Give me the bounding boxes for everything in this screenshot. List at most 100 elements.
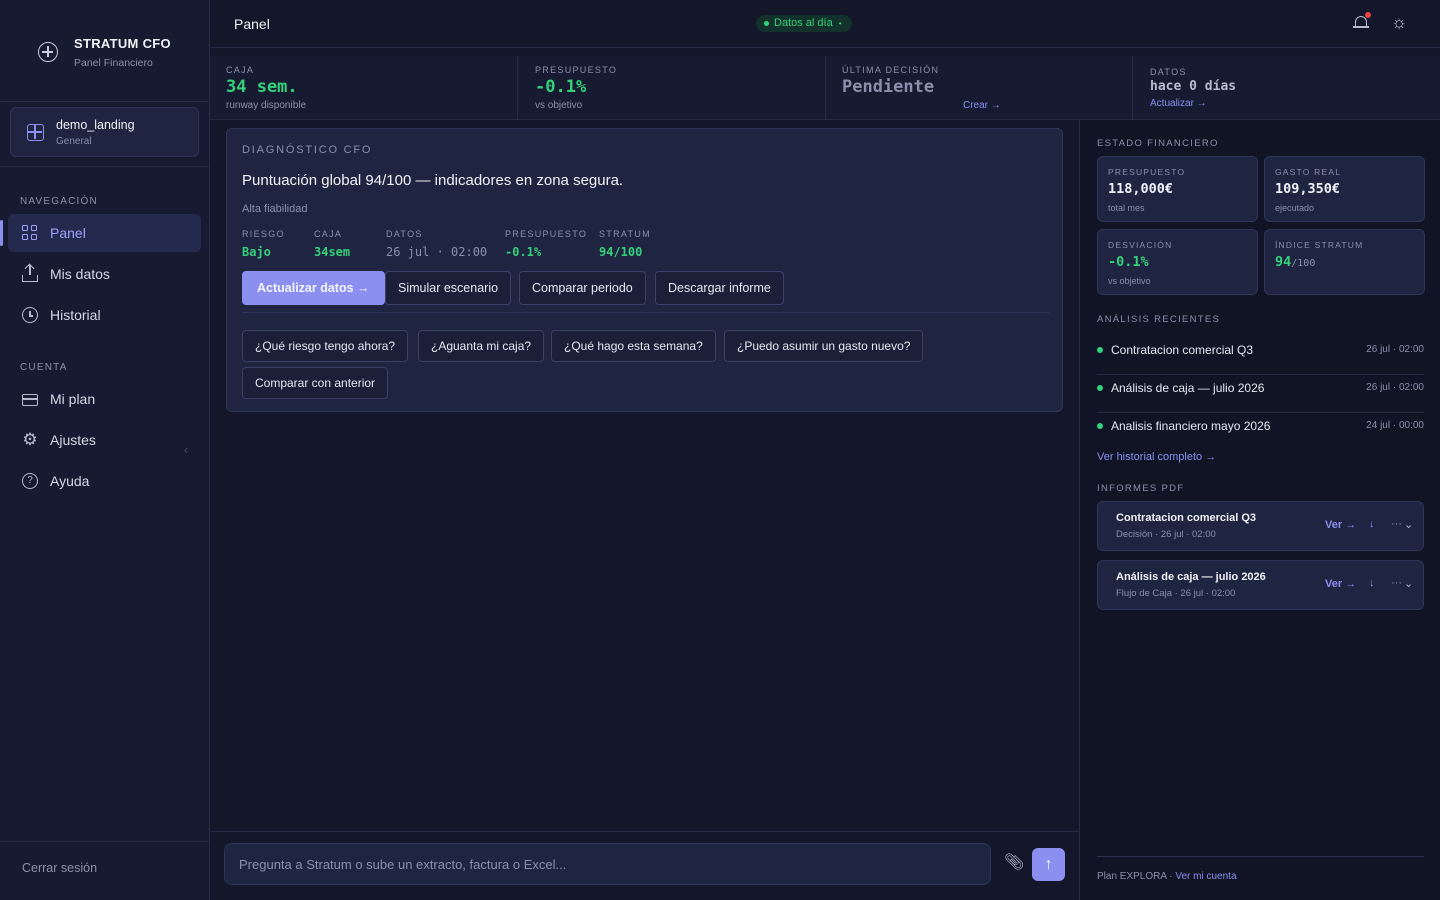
metric-riesgo: RIESGO Bajo xyxy=(242,229,285,259)
view-report-button[interactable]: Ver → xyxy=(1325,578,1356,590)
nav-section-title: NAVEGACIÓN xyxy=(20,196,98,207)
download-report-button[interactable]: Descargar informe xyxy=(655,271,784,305)
topbar: Panel Datos al día • ☼ xyxy=(210,0,1440,48)
arrow-up-icon: ↑ xyxy=(1044,856,1053,873)
sidebar-item-mi-plan[interactable]: Mi plan xyxy=(8,380,201,418)
sidebar-item-ayuda[interactable]: ? Ayuda xyxy=(8,462,201,500)
recent-analysis-item[interactable]: Análisis de caja — julio 2026 26 jul · 0… xyxy=(1097,376,1424,413)
chevron-down-icon[interactable]: ⌄ xyxy=(1404,518,1413,531)
more-options-icon[interactable]: ··· xyxy=(1391,518,1402,530)
theme-toggle-sun-icon[interactable]: ☼ xyxy=(1390,13,1408,31)
suggested-question[interactable]: ¿Aguanta mi caja? xyxy=(418,330,545,362)
kpi-sub: runway disponible xyxy=(226,100,307,111)
diagnostic-headline: Puntuación global 94/100 — indicadores e… xyxy=(242,172,624,189)
report-meta: Decisión · 26 jul · 02:00 xyxy=(1116,529,1216,540)
report-meta: Flujo de Caja · 26 jul · 02:00 xyxy=(1116,588,1236,599)
suggested-question[interactable]: Comparar con anterior xyxy=(242,367,389,399)
update-data-button[interactable]: Actualizar datos → xyxy=(242,271,385,305)
download-icon[interactable]: ↓ xyxy=(1369,518,1375,530)
tile-value-suffix: /100 xyxy=(1291,258,1316,269)
chat-input[interactable] xyxy=(225,844,990,884)
refresh-data-link[interactable]: Actualizar → xyxy=(1150,98,1207,109)
tile-label: PRESUPUESTO xyxy=(1108,167,1186,177)
simulate-scenario-button[interactable]: Simular escenario xyxy=(385,271,512,305)
section-title: ANÁLISIS RECIENTES xyxy=(1097,314,1221,325)
metric-value: -0.1% xyxy=(505,245,542,259)
download-icon[interactable]: ↓ xyxy=(1369,577,1375,589)
sidebar-item-panel[interactable]: Panel xyxy=(0,214,201,252)
metric-value: 94/100 xyxy=(599,245,643,259)
help-icon: ? xyxy=(22,473,38,489)
recent-analysis-item[interactable]: Analisis financiero mayo 2026 24 jul · 0… xyxy=(1097,414,1424,451)
kpi-value: 34 sem. xyxy=(226,77,298,97)
upload-icon xyxy=(22,265,38,282)
composer-bar: 📎︎ ↑ xyxy=(210,831,1079,900)
recent-title: Analisis financiero mayo 2026 xyxy=(1111,419,1271,433)
section-title: INFORMES PDF xyxy=(1097,483,1185,494)
chat-input-box[interactable] xyxy=(224,843,991,885)
suggested-question[interactable]: ¿Qué riesgo tengo ahora? xyxy=(242,330,409,362)
sidebar-item-ajustes[interactable]: ⚙ Ajustes xyxy=(8,421,201,459)
recent-analysis-item[interactable]: Contratacion comercial Q3 26 jul · 02:00 xyxy=(1097,338,1424,375)
view-account-link[interactable]: Ver mi cuenta xyxy=(1175,871,1236,882)
kpi-caja: CAJA 34 sem. runway disponible xyxy=(210,56,518,120)
logout-button[interactable]: Cerrar sesión xyxy=(22,861,97,875)
suggested-question[interactable]: ¿Puedo asumir un gasto nuevo? xyxy=(724,330,924,362)
view-full-history-link[interactable]: Ver historial completo → xyxy=(1097,451,1216,463)
tile-presupuesto: PRESUPUESTO 118,000€ total mes xyxy=(1097,156,1258,222)
sidebar-item-label: Mi plan xyxy=(50,391,96,407)
status-text: Datos al día xyxy=(774,17,833,29)
tile-desviacion: DESVIACIÓN -0.1% vs objetivo xyxy=(1097,229,1258,295)
notifications-button[interactable] xyxy=(1353,12,1371,30)
clock-icon xyxy=(22,307,38,323)
sidebar-item-label: Mis datos xyxy=(50,266,110,282)
notification-dot xyxy=(1365,12,1371,18)
suggested-question[interactable]: ¿Qué hago esta semana? xyxy=(551,330,716,362)
recent-time: 26 jul · 02:00 xyxy=(1366,344,1424,355)
workspace-name: demo_landing xyxy=(56,118,135,132)
sidebar-item-historial[interactable]: Historial xyxy=(8,296,201,334)
sidebar-item-label: Historial xyxy=(50,307,101,323)
divider xyxy=(1097,856,1424,857)
sidebar-item-label: Ajustes xyxy=(50,432,96,448)
create-decision-link[interactable]: Crear → xyxy=(963,100,1001,111)
collapse-sidebar-icon[interactable]: ‹ xyxy=(184,443,188,457)
compass-icon xyxy=(38,42,58,62)
status-tail: • xyxy=(838,19,842,28)
status-badge: Datos al día • xyxy=(756,15,852,32)
divider xyxy=(0,101,210,102)
page-title: Panel xyxy=(234,16,270,32)
workspace-selector[interactable]: demo_landing General xyxy=(10,107,199,157)
cfo-diagnostic-card: DIAGNÓSTICO CFO Puntuación global 94/100… xyxy=(226,128,1063,412)
metric-value: 34sem xyxy=(314,245,351,259)
recent-title: Análisis de caja — julio 2026 xyxy=(1111,381,1265,395)
sidebar-item-mis-datos[interactable]: Mis datos xyxy=(8,255,201,293)
send-button[interactable]: ↑ xyxy=(1032,848,1065,881)
tile-sub: total mes xyxy=(1108,203,1145,213)
metric-value: 26 jul · 02:00 xyxy=(386,245,488,259)
kpi-presupuesto: PRESUPUESTO -0.1% vs objetivo xyxy=(517,56,825,120)
sidebar-item-label: Ayuda xyxy=(50,473,90,489)
kpi-label: DATOS xyxy=(1150,67,1187,77)
tile-gasto-real: GASTO REAL 109,350€ ejecutado xyxy=(1264,156,1425,222)
more-options-icon[interactable]: ··· xyxy=(1391,577,1402,589)
view-report-button[interactable]: Ver → xyxy=(1325,519,1356,531)
kpi-sub: vs objetivo xyxy=(535,100,583,111)
paperclip-icon[interactable]: 📎︎ xyxy=(1004,852,1024,872)
sidebar-item-label: Panel xyxy=(50,225,86,241)
chevron-down-icon[interactable]: ⌄ xyxy=(1404,577,1413,590)
tile-indice-stratum: ÍNDICE STRATUM 94/100 xyxy=(1264,229,1425,295)
brand[interactable]: STRATUM CFO Panel Financiero xyxy=(38,36,171,69)
tile-value-number: 94 xyxy=(1275,254,1292,270)
account-section-title: CUENTA xyxy=(20,362,68,373)
kpi-label: PRESUPUESTO xyxy=(535,65,618,75)
metric-label: DATOS xyxy=(386,229,423,239)
tile-value: 118,000€ xyxy=(1108,181,1174,197)
status-dot xyxy=(1097,385,1103,391)
section-title: ESTADO FINANCIERO xyxy=(1097,138,1219,149)
divider xyxy=(0,841,210,842)
compare-period-button[interactable]: Comparar periodo xyxy=(519,271,646,305)
pdf-report-item: Análisis de caja — julio 2026 Flujo de C… xyxy=(1097,560,1424,610)
metric-label: CAJA xyxy=(314,229,343,239)
credit-card-icon xyxy=(22,394,38,406)
